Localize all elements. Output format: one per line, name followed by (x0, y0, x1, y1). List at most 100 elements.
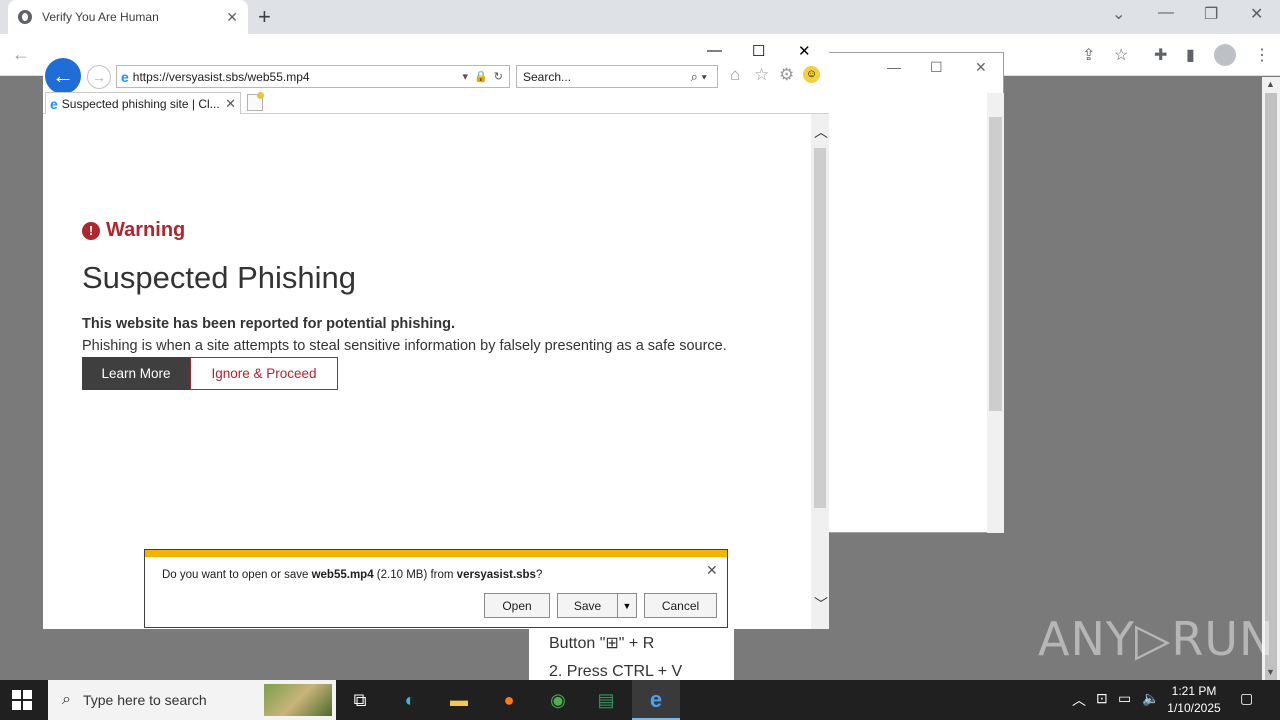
close-window-icon[interactable]: ✕ (1250, 4, 1263, 24)
internet-explorer-icon[interactable]: e (642, 686, 670, 714)
popup-window: — ☐ ✕ (826, 52, 1004, 533)
scroll-down-icon[interactable]: ▼ (1266, 667, 1275, 677)
scroll-up-icon[interactable]: ▲ (1266, 79, 1275, 89)
scroll-down-icon[interactable]: ﹀ (814, 594, 828, 614)
home-icon[interactable]: ⌂ (730, 65, 740, 85)
tray-chevron-icon[interactable]: ︿ (1072, 690, 1086, 710)
profile-avatar[interactable] (1214, 44, 1236, 66)
edge-icon[interactable]: ◐ (396, 686, 424, 714)
close-tab-icon[interactable]: ✕ (225, 96, 236, 112)
alert-icon: ! (82, 221, 100, 240)
close-icon[interactable]: ✕ (975, 59, 987, 76)
download-message-suffix: ? (535, 569, 543, 581)
taskbar-search-placeholder: Type here to search (82, 692, 207, 708)
minimize-icon[interactable]: — (887, 59, 901, 75)
menu-kebab-icon[interactable]: ⋮ (1254, 45, 1270, 65)
side-panel-icon[interactable]: ▮ (1186, 45, 1195, 65)
download-message-prefix: Do you want to open or save (162, 569, 312, 581)
instruction-step-2: 2. Press CTRL + V (549, 663, 683, 680)
instructions-panel: Button "⊞" + R 2. Press CTRL + V (529, 628, 734, 680)
download-notification: Do you want to open or save web55.mp4 (2… (144, 549, 728, 628)
close-icon[interactable]: ✕ (798, 42, 811, 60)
clock[interactable]: 1:21 PM 1/10/2025 (1166, 683, 1222, 717)
download-site: versyasist.sbs (456, 569, 536, 581)
search-highlight-image (264, 684, 332, 716)
chrome-scrollbar[interactable]: ▲ ▼ (1262, 77, 1280, 689)
bookmark-star-icon[interactable]: ☆ (1114, 45, 1128, 65)
phishing-notice: This website has been reported for poten… (82, 316, 456, 332)
windows-start-icon[interactable] (12, 690, 32, 710)
ie-scrollbar[interactable]: ︿ ﹀ (811, 114, 829, 629)
favorites-star-icon[interactable]: ☆ (754, 65, 769, 85)
maximize-icon[interactable]: ☐ (930, 59, 943, 76)
share-icon[interactable]: ⇪ (1082, 45, 1095, 65)
close-tab-icon[interactable]: ✕ (226, 9, 238, 26)
firefox-icon[interactable]: ● (495, 686, 523, 714)
volume-icon[interactable]: 🔈 (1142, 690, 1159, 707)
taskbar: ⌕ Type here to search ⧉ ◐ ▬ ● ◉ ▤ e ︿ ⊡ … (0, 680, 1280, 720)
task-view-icon[interactable]: ⧉ (346, 686, 374, 714)
file-explorer-icon[interactable]: ▬ (445, 686, 473, 714)
tab-search-icon[interactable]: ⌄ (1112, 4, 1125, 24)
download-file-name: web55.mp4 (311, 569, 374, 581)
anyrun-watermark: ANY▷RUN (1038, 612, 1275, 666)
ie-window: — ☐ ✕ ← → e https://versyasist.sbs/web55… (43, 38, 829, 629)
maximize-icon[interactable]: ☐ (752, 42, 765, 60)
globe-icon (18, 10, 32, 24)
minimize-icon[interactable]: — (707, 42, 722, 59)
address-bar[interactable]: e https://versyasist.sbs/web55.mp4 ▾ 🔒 ↻ (116, 65, 510, 88)
address-url[interactable]: https://versyasist.sbs/web55.mp4 (133, 70, 463, 84)
cancel-button[interactable]: Cancel (644, 593, 717, 618)
instruction-step-1: Button "⊞" + R (549, 635, 655, 652)
taskbar-search[interactable]: ⌕ Type here to search (48, 680, 336, 720)
page-title: Suspected Phishing (82, 260, 357, 295)
refresh-icon[interactable]: ↻ (494, 70, 503, 83)
ie-navbar: ← → e https://versyasist.sbs/web55.mp4 ▾… (43, 58, 829, 94)
search-input[interactable]: Search... (523, 70, 691, 84)
phishing-explanation: Phishing is when a site attempts to stea… (82, 338, 727, 354)
scrollbar-thumb[interactable] (989, 117, 1002, 411)
network-device-icon[interactable]: ⊡ (1096, 690, 1108, 707)
scrollbar-thumb[interactable] (814, 148, 826, 508)
save-button[interactable]: Save (557, 593, 618, 618)
scroll-up-icon[interactable]: ︿ (814, 122, 828, 142)
scrollbar-thumb[interactable] (1265, 93, 1277, 689)
warning-header: ! Warning (82, 219, 185, 242)
network-icon[interactable]: ▭ (1118, 690, 1131, 707)
extensions-icon[interactable]: ✚ (1154, 45, 1167, 65)
chrome-tab[interactable]: Verify You Are Human ✕ (8, 0, 248, 34)
ie-logo-icon: e (50, 95, 58, 112)
restore-icon[interactable]: ❐ (1204, 4, 1218, 24)
download-file-size: (2.10 MB) from (373, 569, 457, 581)
new-tab-icon[interactable] (247, 92, 264, 111)
ie-titlebar: — ☐ ✕ (43, 38, 829, 64)
open-button[interactable]: Open (484, 593, 550, 618)
new-tab-button[interactable]: + (258, 4, 271, 30)
back-button[interactable]: ← (45, 58, 81, 94)
forward-button[interactable]: → (87, 65, 111, 89)
feedback-smiley-icon[interactable]: ☺ (803, 66, 820, 83)
search-icon[interactable]: ⌕ ▾ (691, 69, 707, 85)
ie-tab[interactable]: e Suspected phishing site | Cl... ✕ (45, 92, 241, 114)
notifications-icon[interactable]: ▢ (1240, 690, 1253, 707)
popup-scrollbar[interactable] (987, 93, 1004, 533)
back-arrow-icon[interactable]: ← (12, 44, 30, 65)
download-accent-bar (145, 550, 727, 557)
ie-tab-row: e Suspected phishing site | Cl... ✕ (43, 90, 829, 114)
ignore-proceed-button[interactable]: Ignore & Proceed (190, 357, 338, 390)
dropdown-icon[interactable]: ▾ (463, 70, 469, 83)
chrome-tab-title: Verify You Are Human (42, 10, 159, 24)
settings-gear-icon[interactable]: ⚙ (779, 65, 794, 85)
download-message: Do you want to open or save web55.mp4 (2… (162, 569, 542, 581)
save-dropdown-icon[interactable]: ▼ (617, 593, 637, 618)
minimize-icon[interactable]: — (1158, 4, 1174, 22)
chrome-icon[interactable]: ◉ (544, 686, 572, 714)
learn-more-button[interactable]: Learn More (82, 357, 190, 390)
close-icon[interactable]: ✕ (706, 562, 718, 579)
search-box[interactable]: Search... ⌕ ▾ (516, 65, 718, 88)
document-app-icon[interactable]: ▤ (592, 686, 620, 714)
chrome-tab-strip: Verify You Are Human ✕ + ⌄ — ❐ ✕ (0, 0, 1280, 34)
warning-label: Warning (106, 219, 186, 241)
lock-icon[interactable]: 🔒 (474, 70, 488, 83)
search-icon: ⌕ (62, 691, 71, 708)
